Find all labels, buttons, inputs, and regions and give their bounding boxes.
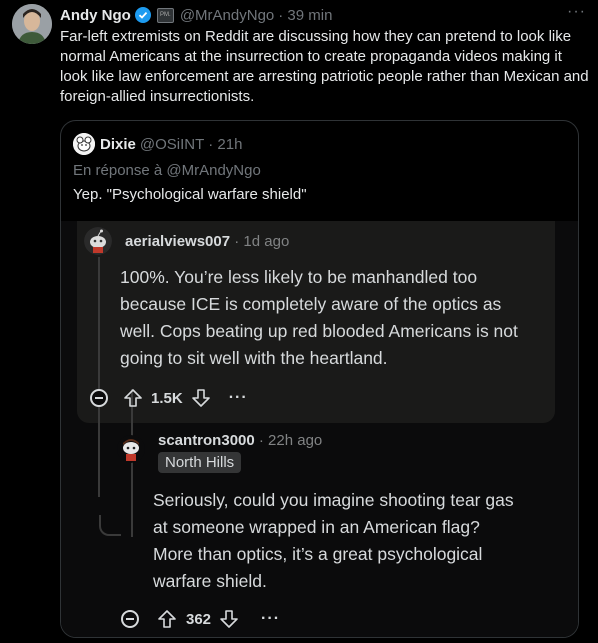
upvote-icon[interactable] <box>123 388 143 408</box>
quote-text: Yep. "Psychological warfare shield" <box>73 186 307 203</box>
comment1-line: well. Cops beating up red blooded Americ… <box>120 321 518 341</box>
user-flair: North Hills <box>158 452 242 473</box>
comment1-time: · 1d ago <box>234 233 290 250</box>
comment1-username[interactable]: aerialviews007 <box>125 233 230 250</box>
thread-connector <box>99 515 121 536</box>
collapse-icon[interactable] <box>121 610 139 628</box>
comment1-line: 100%. You’re less likely to be manhandle… <box>120 267 478 287</box>
upvote-icon[interactable] <box>157 609 177 629</box>
comment1-line: going to sit well with the heartland. <box>120 348 388 368</box>
quote-author-name[interactable]: Dixie <box>100 136 136 153</box>
quote-reply-context: En réponse à @MrAndyNgo <box>73 162 261 179</box>
comment2-header: scantron3000 · 22h ago <box>158 432 322 449</box>
thread-line <box>131 389 133 537</box>
comment1-more-icon[interactable]: ··· <box>229 389 248 407</box>
comment1-header: aerialviews007 · 1d ago <box>125 233 289 250</box>
comment2-body: Seriously, could you imagine shooting te… <box>153 487 514 595</box>
tweet-time[interactable]: · 39 min <box>278 7 332 24</box>
comment2-line: Seriously, could you imagine shooting te… <box>153 490 514 510</box>
comment2-line: at someone wrapped in an American flag? <box>153 517 480 537</box>
comment1-body: 100%. You’re less likely to be manhandle… <box>120 264 518 372</box>
author-name[interactable]: Andy Ngo <box>60 7 131 24</box>
affiliation-badge-icon[interactable]: PM. <box>156 7 174 23</box>
downvote-icon[interactable] <box>219 609 239 629</box>
author-handle[interactable]: @MrAndyNgo <box>180 7 274 24</box>
comment2-more-icon[interactable]: ··· <box>261 610 280 628</box>
comment2-time: · 22h ago <box>258 432 323 449</box>
reddit-screenshot[interactable]: aerialviews007 · 1d ago 100%. You’re les… <box>61 221 578 637</box>
snoo-avatar-icon[interactable] <box>84 227 112 255</box>
comment2-actions: 362 ··· <box>121 609 280 629</box>
tweet-text: Far-left extremists on Reddit are discus… <box>60 28 589 105</box>
comment1-actions: 1.5K ··· <box>90 388 248 408</box>
comment2-vote-count: 362 <box>186 610 212 628</box>
comment2-line: More than optics, it’s a great psycholog… <box>153 544 483 564</box>
comment2-line: warfare shield. <box>153 571 267 591</box>
verified-badge-icon[interactable] <box>134 7 151 23</box>
comment1-line: because ICE is completely aware of the o… <box>120 294 502 314</box>
thread-line <box>98 257 100 497</box>
tweet-header: Andy Ngo PM. @MrAndyNgo · 39 min ··· <box>60 3 586 25</box>
collapse-icon[interactable] <box>90 389 108 407</box>
downvote-icon[interactable] <box>191 388 211 408</box>
quote-time[interactable]: · 21h <box>208 136 242 153</box>
comment1-vote-count: 1.5K <box>151 389 183 407</box>
snoo-avatar-icon[interactable] <box>117 435 145 463</box>
more-options-icon[interactable]: ··· <box>567 3 586 21</box>
quote-author-handle[interactable]: @OSiINT <box>140 136 204 153</box>
quote-author-avatar[interactable] <box>73 133 95 155</box>
quote-header: Dixie @OSiINT · 21h <box>73 133 242 155</box>
author-avatar[interactable] <box>12 4 52 44</box>
comment2-username[interactable]: scantron3000 <box>158 432 255 449</box>
quoted-tweet[interactable]: Dixie @OSiINT · 21h En réponse à @MrAndy… <box>60 120 579 638</box>
